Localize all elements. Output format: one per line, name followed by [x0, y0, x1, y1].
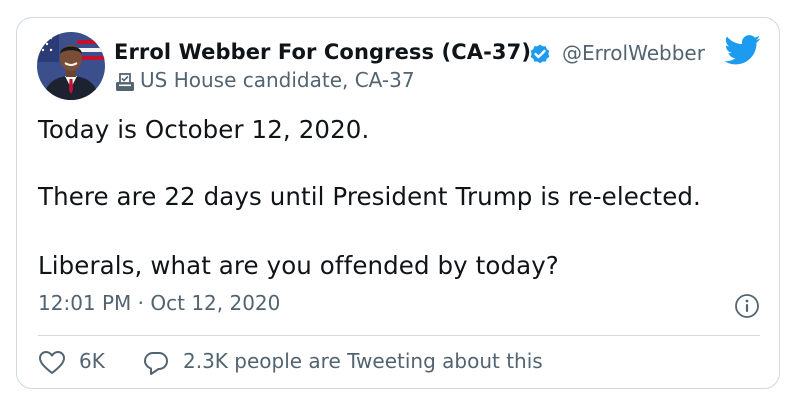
author-handle[interactable]: @ErrolWebber	[562, 41, 705, 65]
author-avatar[interactable]	[37, 32, 105, 100]
twitter-bird-icon[interactable]	[725, 35, 761, 65]
conversation-link[interactable]: 2.3K people are Tweeting about this	[183, 349, 543, 373]
tweet-text-line: Today is October 12, 2020.	[38, 115, 370, 144]
tweet-text-line: Liberals, what are you offended by today…	[38, 251, 559, 280]
like-count[interactable]: 6K	[79, 349, 105, 373]
reply-icon[interactable]	[142, 349, 170, 377]
author-bio-label: US House candidate, CA-37	[140, 68, 415, 92]
heart-icon[interactable]	[38, 349, 66, 377]
tweet-timestamp[interactable]: 12:01 PM · Oct 12, 2020	[38, 291, 280, 315]
author-name[interactable]: Errol Webber For Congress (CA-37)	[114, 40, 531, 64]
tweet-card: Errol Webber For Congress (CA-37) @Errol…	[16, 17, 780, 389]
ballot-box-icon	[116, 73, 134, 91]
divider	[38, 335, 760, 336]
info-icon[interactable]	[734, 293, 760, 319]
tweet-text-line: There are 22 days until President Trump …	[38, 182, 701, 211]
verified-badge-icon	[530, 44, 550, 64]
